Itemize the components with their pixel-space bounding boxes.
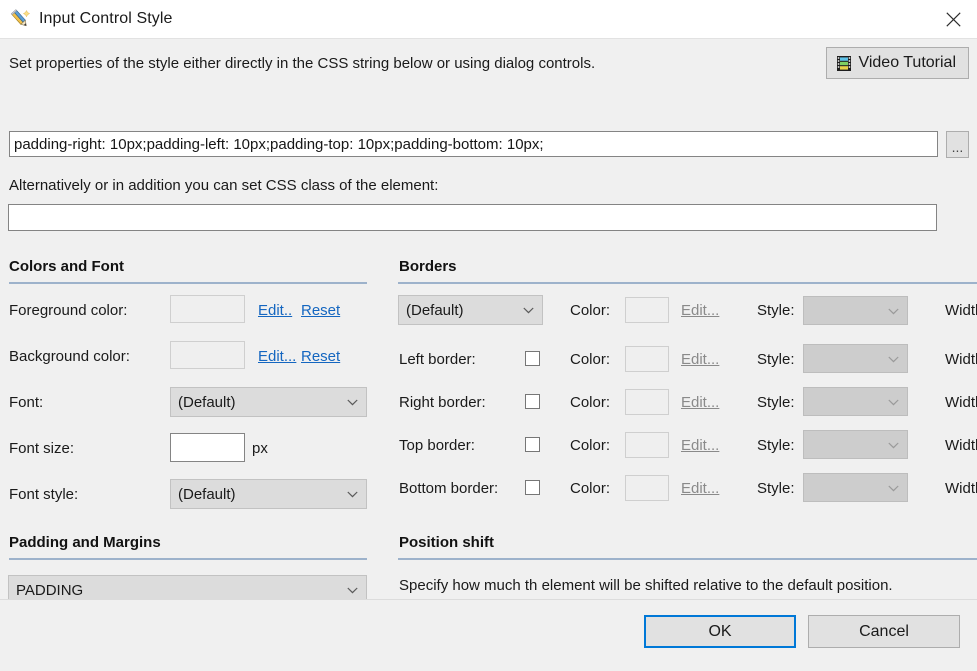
font-select-value: (Default) [178, 393, 236, 411]
dialog-content: Set properties of the style either direc… [0, 39, 977, 599]
left-border-color-label: Color: [570, 351, 611, 368]
font-style-label: Font style: [9, 486, 79, 503]
foreground-color-swatch[interactable] [170, 295, 245, 323]
chevron-down-icon [347, 587, 358, 594]
chevron-down-icon [347, 491, 358, 498]
video-tutorial-label: Video Tutorial [858, 54, 956, 71]
padding-mode-value: PADDING [16, 581, 84, 599]
top-border-width-label: Width: [945, 437, 977, 454]
bottom-border-checkbox[interactable] [525, 480, 540, 495]
border-all-edit-link[interactable]: Edit... [681, 302, 719, 319]
bottom-border-edit-link[interactable]: Edit... [681, 480, 719, 497]
font-size-label: Font size: [9, 440, 75, 457]
font-label: Font: [9, 394, 44, 411]
bottom-border-width-label: Width: [945, 480, 977, 497]
right-border-label: Right border: [399, 394, 486, 411]
dialog-footer: OK Cancel [0, 599, 977, 671]
left-border-color-swatch[interactable] [625, 346, 669, 372]
right-border-style-label: Style: [757, 394, 795, 411]
ok-button[interactable]: OK [644, 615, 796, 648]
css-string-row: ... [9, 131, 969, 159]
right-border-style-select[interactable] [803, 387, 908, 416]
left-border-edit-link[interactable]: Edit... [681, 351, 719, 368]
background-color-label: Background color: [9, 348, 130, 365]
right-border-edit-link[interactable]: Edit... [681, 394, 719, 411]
chevron-down-icon [888, 399, 899, 405]
top-border-style-label: Style: [757, 437, 795, 454]
font-size-input[interactable] [170, 433, 245, 462]
border-all-color-swatch[interactable] [625, 297, 669, 323]
foreground-edit-link[interactable]: Edit.. [258, 302, 292, 319]
chevron-down-icon [888, 356, 899, 362]
chevron-down-icon [347, 399, 358, 406]
right-border-checkbox[interactable] [525, 394, 540, 409]
padding-margins-heading: Padding and Margins [9, 534, 161, 551]
background-edit-link[interactable]: Edit... [258, 348, 296, 365]
font-select[interactable]: (Default) [170, 387, 367, 417]
bottom-border-color-label: Color: [570, 480, 611, 497]
left-border-width-label: Width: [945, 351, 977, 368]
top-border-color-swatch[interactable] [625, 432, 669, 458]
css-browse-button[interactable]: ... [946, 131, 969, 158]
video-tutorial-button[interactable]: Video Tutorial [826, 47, 969, 79]
top-border-checkbox[interactable] [525, 437, 540, 452]
top-border-color-label: Color: [570, 437, 611, 454]
border-all-width-label: Width: [945, 302, 977, 319]
padding-margins-divider [9, 558, 367, 560]
cancel-button[interactable]: Cancel [808, 615, 960, 648]
border-all-style-select[interactable] [803, 296, 908, 325]
background-color-swatch[interactable] [170, 341, 245, 369]
chevron-down-icon [888, 308, 899, 314]
position-shift-divider [398, 558, 977, 560]
font-size-unit-label: px [252, 440, 268, 457]
window-title: Input Control Style [39, 10, 173, 27]
right-border-width-label: Width: [945, 394, 977, 411]
bottom-border-style-label: Style: [757, 480, 795, 497]
borders-heading: Borders [399, 258, 457, 275]
borders-divider [398, 282, 977, 284]
css-class-label: Alternatively or in addition you can set… [9, 177, 439, 194]
position-shift-heading: Position shift [399, 534, 494, 551]
intro-text: Set properties of the style either direc… [9, 55, 596, 72]
close-icon [946, 11, 961, 27]
css-class-input[interactable] [8, 204, 937, 231]
chevron-down-icon [523, 307, 534, 314]
bottom-border-color-swatch[interactable] [625, 475, 669, 501]
top-border-label: Top border: [399, 437, 475, 454]
intro-row: Set properties of the style either direc… [0, 39, 977, 89]
position-shift-description: Specify how much th element will be shif… [399, 577, 893, 594]
top-border-edit-link[interactable]: Edit... [681, 437, 719, 454]
left-border-style-select[interactable] [803, 344, 908, 373]
border-preset-select[interactable]: (Default) [398, 295, 543, 325]
border-all-style-label: Style: [757, 302, 795, 319]
title-bar: Input Control Style [0, 0, 977, 39]
input-control-style-dialog: Input Control Style Set properties of th… [0, 0, 977, 671]
close-button[interactable] [930, 0, 977, 38]
chevron-down-icon [888, 485, 899, 491]
right-border-color-swatch[interactable] [625, 389, 669, 415]
bottom-border-label: Bottom border: [399, 480, 499, 497]
left-border-checkbox[interactable] [525, 351, 540, 366]
left-border-label: Left border: [399, 351, 476, 368]
foreground-color-label: Foreground color: [9, 302, 128, 319]
right-border-color-label: Color: [570, 394, 611, 411]
colors-font-heading: Colors and Font [9, 258, 124, 275]
font-style-select-value: (Default) [178, 485, 236, 503]
chevron-down-icon [888, 442, 899, 448]
film-strip-icon [837, 55, 852, 71]
colors-font-divider [9, 282, 367, 284]
left-border-style-label: Style: [757, 351, 795, 368]
border-all-color-label: Color: [570, 302, 611, 319]
top-border-style-select[interactable] [803, 430, 908, 459]
font-style-select[interactable]: (Default) [170, 479, 367, 509]
padding-mode-select[interactable]: PADDING [8, 575, 367, 599]
bottom-border-style-select[interactable] [803, 473, 908, 502]
css-string-input[interactable] [9, 131, 938, 157]
border-preset-value: (Default) [406, 301, 464, 319]
pencil-edit-icon [10, 9, 31, 27]
foreground-reset-link[interactable]: Reset [301, 302, 340, 319]
background-reset-link[interactable]: Reset [301, 348, 340, 365]
